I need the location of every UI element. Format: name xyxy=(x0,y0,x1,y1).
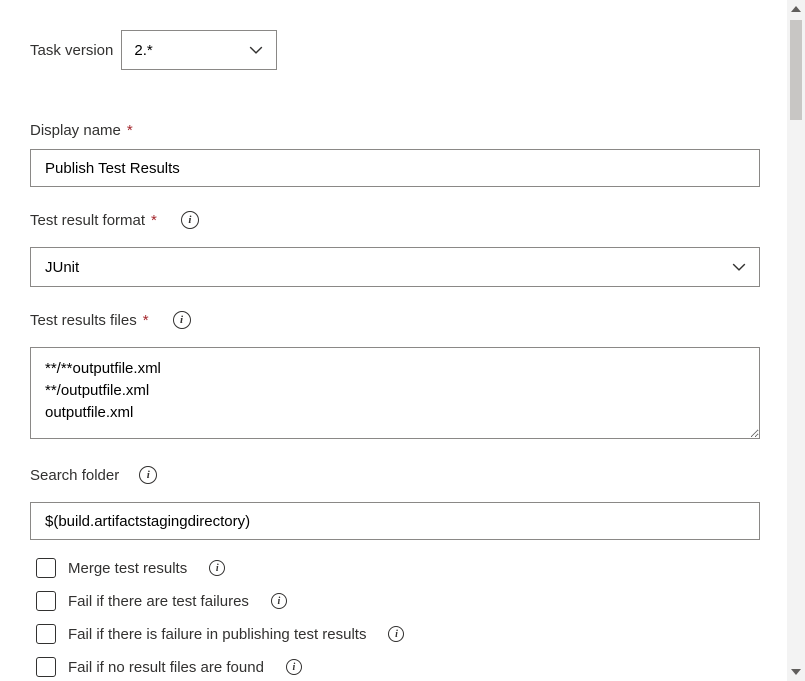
display-name-row: Display name * xyxy=(30,122,760,187)
task-version-label: Task version xyxy=(30,42,113,59)
test-results-files-label: Test results files * i xyxy=(30,311,191,329)
test-results-files-row: Test results files * i xyxy=(30,311,760,442)
scrollbar[interactable] xyxy=(787,0,805,681)
merge-results-checkbox[interactable] xyxy=(36,558,56,578)
fail-no-results-label: Fail if no result files are found xyxy=(68,659,264,676)
test-result-format-row: Test result format * i JUnit xyxy=(30,211,760,287)
info-icon[interactable]: i xyxy=(181,211,199,229)
scroll-down-icon[interactable] xyxy=(787,663,805,681)
task-version-row: Task version 2.* xyxy=(30,30,760,70)
task-version-select-wrap: 2.* xyxy=(121,30,277,70)
fail-on-publish-label: Fail if there is failure in publishing t… xyxy=(68,626,366,643)
search-folder-input[interactable] xyxy=(30,502,760,540)
info-icon[interactable]: i xyxy=(139,466,157,484)
required-marker: * xyxy=(151,212,157,229)
test-result-format-select[interactable]: JUnit xyxy=(30,247,760,287)
display-name-label: Display name * xyxy=(30,122,133,139)
info-icon[interactable]: i xyxy=(286,659,302,675)
search-folder-label: Search folder i xyxy=(30,466,157,484)
fail-on-publish-checkbox[interactable] xyxy=(36,624,56,644)
fail-on-failures-checkbox[interactable] xyxy=(36,591,56,611)
merge-results-label: Merge test results xyxy=(68,560,187,577)
info-icon[interactable]: i xyxy=(209,560,225,576)
info-icon[interactable]: i xyxy=(388,626,404,642)
required-marker: * xyxy=(143,312,149,329)
info-icon[interactable]: i xyxy=(271,593,287,609)
fail-no-results-checkbox[interactable] xyxy=(36,657,56,677)
scroll-up-icon[interactable] xyxy=(787,0,805,18)
test-result-format-select-wrap: JUnit xyxy=(30,247,760,287)
merge-results-row: Merge test results i xyxy=(36,558,760,578)
fail-on-failures-row: Fail if there are test failures i xyxy=(36,591,760,611)
search-folder-row: Search folder i xyxy=(30,466,760,540)
fail-on-publish-row: Fail if there is failure in publishing t… xyxy=(36,624,760,644)
fail-on-failures-label: Fail if there are test failures xyxy=(68,593,249,610)
fail-no-results-row: Fail if no result files are found i xyxy=(36,657,760,677)
task-version-select[interactable]: 2.* xyxy=(121,30,277,70)
display-name-input[interactable] xyxy=(30,149,760,187)
info-icon[interactable]: i xyxy=(173,311,191,329)
required-marker: * xyxy=(127,122,133,139)
test-result-format-label: Test result format * i xyxy=(30,211,199,229)
test-results-files-textarea[interactable] xyxy=(30,347,760,439)
scrollbar-thumb[interactable] xyxy=(790,20,802,120)
